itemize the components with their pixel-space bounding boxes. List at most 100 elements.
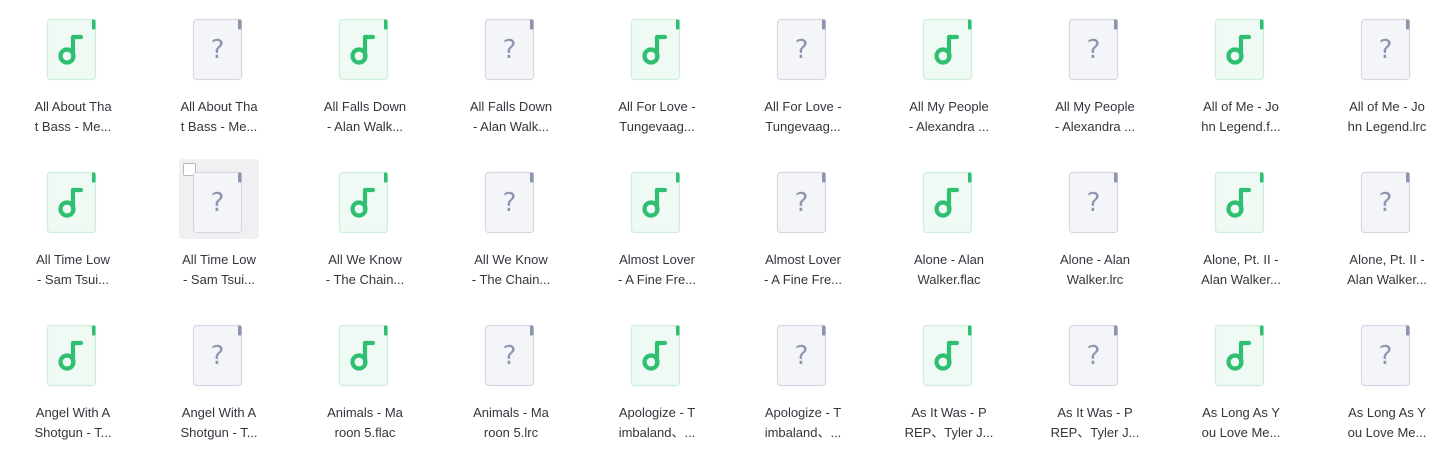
file-thumbnail[interactable]: ? bbox=[179, 6, 259, 86]
music-file-item[interactable]: All My People - Alexandra ... bbox=[876, 0, 1022, 150]
file-thumbnail[interactable]: ? bbox=[471, 159, 551, 239]
music-file-item[interactable]: Alone, Pt. II - Alan Walker... bbox=[1168, 153, 1314, 303]
file-name[interactable]: Animals - Ma roon 5.lrc bbox=[446, 403, 576, 443]
file-thumbnail[interactable] bbox=[33, 159, 113, 239]
file-thumbnail[interactable]: ? bbox=[1347, 312, 1427, 392]
file-name[interactable]: As Long As Y ou Love Me... bbox=[1322, 403, 1430, 443]
file-thumbnail[interactable] bbox=[909, 159, 989, 239]
file-thumbnail[interactable] bbox=[325, 159, 405, 239]
lyrics-file-item[interactable]: ? Almost Lover - A Fine Fre... bbox=[730, 153, 876, 303]
file-thumbnail[interactable]: ? bbox=[179, 159, 259, 239]
file-name[interactable]: All For Love - Tungevaag... bbox=[738, 97, 868, 137]
file-thumbnail[interactable]: ? bbox=[1055, 159, 1135, 239]
file-name[interactable]: All About Tha t Bass - Me... bbox=[8, 97, 138, 137]
lyrics-file-item[interactable]: ? As Long As Y ou Love Me... bbox=[1314, 306, 1430, 456]
file-thumbnail[interactable] bbox=[909, 312, 989, 392]
file-thumbnail[interactable] bbox=[325, 312, 405, 392]
file-name[interactable]: All We Know - The Chain... bbox=[446, 250, 576, 290]
file-name[interactable]: All We Know - The Chain... bbox=[300, 250, 430, 290]
lyrics-file-item[interactable]: ? All For Love - Tungevaag... bbox=[730, 0, 876, 150]
file-name[interactable]: All About Tha t Bass - Me... bbox=[154, 97, 284, 137]
music-file-item[interactable]: As It Was - P REP、Tyler J... bbox=[876, 306, 1022, 456]
file-thumbnail[interactable]: ? bbox=[1347, 6, 1427, 86]
lyrics-file-item[interactable]: ? Animals - Ma roon 5.lrc bbox=[438, 306, 584, 456]
music-file-item[interactable]: Angel With A Shotgun - T... bbox=[0, 306, 146, 456]
file-thumbnail[interactable] bbox=[617, 6, 697, 86]
file-name[interactable]: As It Was - P REP、Tyler J... bbox=[1030, 403, 1160, 443]
file-thumbnail[interactable]: ? bbox=[763, 159, 843, 239]
file-name[interactable]: Almost Lover - A Fine Fre... bbox=[592, 250, 722, 290]
file-name-line-2: REP、Tyler J... bbox=[1050, 425, 1140, 440]
music-file-item[interactable]: All For Love - Tungevaag... bbox=[584, 0, 730, 150]
file-thumbnail[interactable]: ? bbox=[1347, 159, 1427, 239]
question-mark-icon: ? bbox=[776, 18, 827, 81]
file-name[interactable]: All Falls Down - Alan Walk... bbox=[446, 97, 576, 137]
music-note-icon bbox=[46, 18, 97, 81]
music-file-item[interactable]: All of Me - Jo hn Legend.f... bbox=[1168, 0, 1314, 150]
file-thumbnail[interactable]: ? bbox=[471, 6, 551, 86]
file-thumbnail[interactable] bbox=[325, 6, 405, 86]
file-name[interactable]: Alone, Pt. II - Alan Walker... bbox=[1322, 250, 1430, 290]
file-thumbnail[interactable]: ? bbox=[179, 312, 259, 392]
file-name[interactable]: As Long As Y ou Love Me... bbox=[1176, 403, 1306, 443]
lyrics-file-item[interactable]: ? Alone, Pt. II - Alan Walker... bbox=[1314, 153, 1430, 303]
music-file-item[interactable]: As Long As Y ou Love Me... bbox=[1168, 306, 1314, 456]
file-name[interactable]: All My People - Alexandra ... bbox=[884, 97, 1014, 137]
file-name[interactable]: Angel With A Shotgun - T... bbox=[154, 403, 284, 443]
file-name[interactable]: Alone, Pt. II - Alan Walker... bbox=[1176, 250, 1306, 290]
file-thumbnail[interactable] bbox=[33, 6, 113, 86]
music-file-item[interactable]: Alone - Alan Walker.flac bbox=[876, 153, 1022, 303]
file-name[interactable]: All For Love - Tungevaag... bbox=[592, 97, 722, 137]
music-file-item[interactable]: All About Tha t Bass - Me... bbox=[0, 0, 146, 150]
file-name[interactable]: All My People - Alexandra ... bbox=[1030, 97, 1160, 137]
music-file-item[interactable]: All Time Low - Sam Tsui... bbox=[0, 153, 146, 303]
file-thumbnail[interactable]: ? bbox=[1055, 312, 1135, 392]
file-name-line-2: Shotgun - T... bbox=[180, 425, 258, 440]
music-file-item[interactable]: Apologize - T imbaland、... bbox=[584, 306, 730, 456]
file-name-line-1: All My People bbox=[909, 99, 989, 114]
file-name-line-2: REP、Tyler J... bbox=[904, 425, 994, 440]
file-name[interactable]: Apologize - T imbaland、... bbox=[592, 403, 722, 443]
lyrics-file-item[interactable]: ? Alone - Alan Walker.lrc bbox=[1022, 153, 1168, 303]
file-thumbnail[interactable] bbox=[909, 6, 989, 86]
lyrics-file-item[interactable]: ? All We Know - The Chain... bbox=[438, 153, 584, 303]
music-note-icon bbox=[46, 324, 97, 387]
file-name[interactable]: Alone - Alan Walker.lrc bbox=[1030, 250, 1160, 290]
music-file-item[interactable]: Animals - Ma roon 5.flac bbox=[292, 306, 438, 456]
file-name[interactable]: Angel With A Shotgun - T... bbox=[8, 403, 138, 443]
music-file-item[interactable]: Almost Lover - A Fine Fre... bbox=[584, 153, 730, 303]
file-name[interactable]: All Time Low - Sam Tsui... bbox=[8, 250, 138, 290]
file-name[interactable]: All Falls Down - Alan Walk... bbox=[300, 97, 430, 137]
file-name-line-1: Alone - Alan bbox=[913, 252, 985, 267]
file-thumbnail[interactable] bbox=[1201, 312, 1281, 392]
file-name-line-2: - A Fine Fre... bbox=[617, 272, 697, 287]
lyrics-file-item[interactable]: ? All About Tha t Bass - Me... bbox=[146, 0, 292, 150]
lyrics-file-item[interactable]: ? All My People - Alexandra ... bbox=[1022, 0, 1168, 150]
file-name[interactable]: Almost Lover - A Fine Fre... bbox=[738, 250, 868, 290]
lyrics-file-item[interactable]: ? All Time Low - Sam Tsui... bbox=[146, 153, 292, 303]
music-file-item[interactable]: All We Know - The Chain... bbox=[292, 153, 438, 303]
file-thumbnail[interactable] bbox=[1201, 6, 1281, 86]
file-thumbnail[interactable]: ? bbox=[471, 312, 551, 392]
lyrics-file-item[interactable]: ? Apologize - T imbaland、... bbox=[730, 306, 876, 456]
file-thumbnail[interactable] bbox=[617, 159, 697, 239]
file-name[interactable]: All of Me - Jo hn Legend.f... bbox=[1176, 97, 1306, 137]
file-thumbnail[interactable] bbox=[1201, 159, 1281, 239]
file-name[interactable]: As It Was - P REP、Tyler J... bbox=[884, 403, 1014, 443]
file-name[interactable]: Apologize - T imbaland、... bbox=[738, 403, 868, 443]
file-name[interactable]: Animals - Ma roon 5.flac bbox=[300, 403, 430, 443]
file-thumbnail[interactable]: ? bbox=[763, 6, 843, 86]
lyrics-file-item[interactable]: ? All Falls Down - Alan Walk... bbox=[438, 0, 584, 150]
lyrics-file-item[interactable]: ? Angel With A Shotgun - T... bbox=[146, 306, 292, 456]
file-name[interactable]: All Time Low - Sam Tsui... bbox=[154, 250, 284, 290]
file-thumbnail[interactable] bbox=[33, 312, 113, 392]
file-name[interactable]: Alone - Alan Walker.flac bbox=[884, 250, 1014, 290]
lyrics-file-item[interactable]: ? All of Me - Jo hn Legend.lrc bbox=[1314, 0, 1430, 150]
file-name[interactable]: All of Me - Jo hn Legend.lrc bbox=[1322, 97, 1430, 137]
file-thumbnail[interactable]: ? bbox=[763, 312, 843, 392]
file-thumbnail[interactable]: ? bbox=[1055, 6, 1135, 86]
music-file-item[interactable]: All Falls Down - Alan Walk... bbox=[292, 0, 438, 150]
question-mark-icon: ? bbox=[1068, 171, 1119, 234]
lyrics-file-item[interactable]: ? As It Was - P REP、Tyler J... bbox=[1022, 306, 1168, 456]
file-thumbnail[interactable] bbox=[617, 312, 697, 392]
